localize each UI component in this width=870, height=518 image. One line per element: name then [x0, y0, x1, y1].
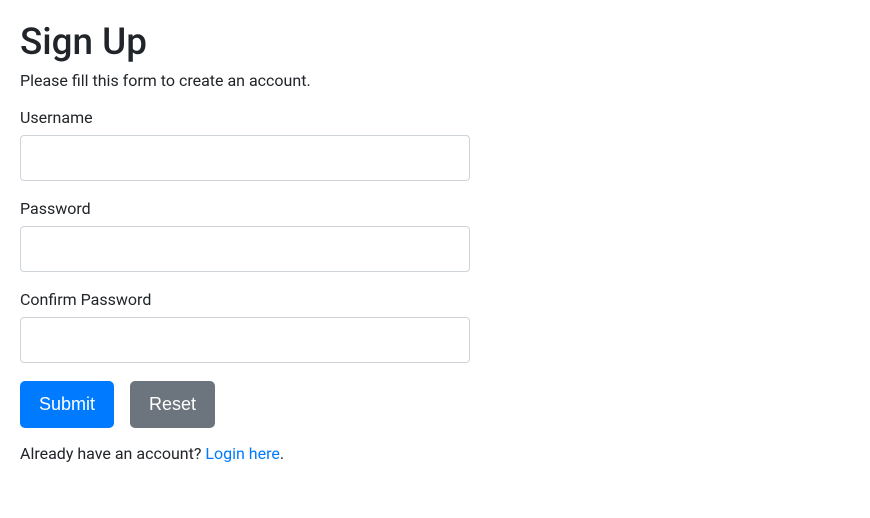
confirm-password-field[interactable]: [20, 317, 470, 363]
password-field[interactable]: [20, 226, 470, 272]
page-subtitle: Please fill this form to create an accou…: [20, 71, 470, 90]
page-title: Sign Up: [20, 20, 470, 63]
username-label: Username: [20, 108, 470, 127]
username-group: Username: [20, 108, 470, 181]
footer-text-suffix: .: [280, 444, 284, 463]
footer-text: Already have an account? Login here.: [20, 444, 470, 463]
confirm-password-label: Confirm Password: [20, 290, 470, 309]
signup-form: Sign Up Please fill this form to create …: [20, 20, 470, 463]
confirm-password-group: Confirm Password: [20, 290, 470, 363]
footer-text-prefix: Already have an account?: [20, 444, 205, 463]
login-link[interactable]: Login here: [205, 444, 279, 463]
reset-button[interactable]: Reset: [130, 381, 215, 428]
submit-button[interactable]: Submit: [20, 381, 114, 428]
username-field[interactable]: [20, 135, 470, 181]
password-label: Password: [20, 199, 470, 218]
password-group: Password: [20, 199, 470, 272]
button-row: Submit Reset: [20, 381, 470, 428]
